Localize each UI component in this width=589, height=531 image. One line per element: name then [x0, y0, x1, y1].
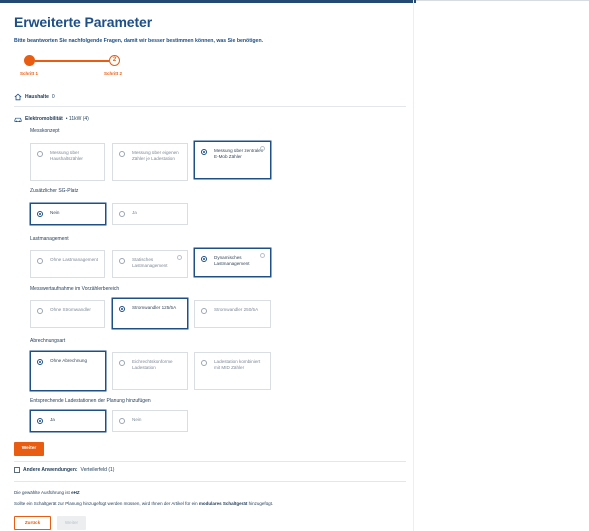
emobility-detail: • 11kW (4) — [65, 116, 89, 122]
radio-button[interactable] — [37, 258, 43, 264]
weiter-disabled-button[interactable]: Weiter — [57, 516, 86, 530]
section-divider — [14, 481, 406, 482]
radio-button[interactable] — [201, 149, 207, 155]
option-wandler-125[interactable]: Stromwandler 125/5A — [112, 298, 188, 329]
section-divider — [14, 106, 406, 107]
option-abrechnung-mid[interactable]: Ladestation kombiniert mit MID Zähler — [194, 352, 271, 390]
group-label-abrechnungsart: Abrechnungsart — [30, 338, 66, 344]
note-ausfuehrung-value: eHZ — [71, 490, 80, 495]
radio-button[interactable] — [119, 360, 125, 366]
radio-button[interactable] — [119, 258, 125, 264]
weiter-button[interactable]: Weiter — [14, 442, 44, 456]
page-title: Erweiterte Parameter — [14, 14, 153, 30]
option-lastmanagement-dynamisch[interactable]: Dynamisches Lastmanagement — [194, 248, 271, 277]
radio-button[interactable] — [37, 359, 43, 365]
group-label-messwertaufnahme: Messwertaufnahme im Vorzählerbereich — [30, 286, 120, 292]
option-label: Ladestation kombiniert mit MID Zähler — [214, 359, 261, 371]
option-sg-platz-ja[interactable]: Ja — [112, 203, 188, 225]
info-icon[interactable] — [260, 146, 265, 151]
step-1-label[interactable]: Schritt 1 — [20, 71, 38, 76]
option-label: Ja — [50, 417, 55, 422]
page-subtitle: Bitte beantworten Sie nachfolgende Frage… — [14, 38, 264, 44]
stepper-connector — [35, 60, 109, 62]
top-accent-bar — [0, 0, 416, 3]
note-schaltgeraet-text: Sollte ein Schaltgerät zur Planung hinzu… — [14, 501, 198, 506]
option-label: Ja — [132, 210, 137, 215]
group-label-sg-platz: Zusätzlicher SG-Platz — [30, 188, 79, 194]
car-icon — [14, 117, 22, 123]
zurueck-button[interactable]: Zurück — [14, 516, 51, 530]
info-icon[interactable] — [260, 253, 265, 258]
note-ausfuehrung: Die gewählte Ausführung ist eHZ — [14, 490, 80, 495]
option-label: Messung über Haushaltszähler — [50, 150, 83, 162]
option-wandler-ohne[interactable]: Ohne Stromwandler — [30, 300, 105, 328]
radio-button[interactable] — [119, 418, 125, 424]
other-usage-checkbox[interactable] — [14, 467, 20, 473]
option-abrechnung-eichrecht[interactable]: Eichrechtskonforme Ladestation — [112, 352, 188, 390]
option-label: Stromwandler 250/5A — [214, 307, 259, 312]
radio-button[interactable] — [201, 308, 207, 314]
note-schaltgeraet: Sollte ein Schaltgerät zur Planung hinzu… — [14, 501, 273, 506]
section-divider — [14, 461, 406, 462]
households-count: 0 — [51, 94, 55, 100]
option-ladestationen-ja[interactable]: Ja — [30, 410, 106, 432]
radio-button[interactable] — [37, 151, 43, 157]
option-label: Messung über eigenen Zähler je Ladestati… — [132, 150, 179, 162]
other-usage-row[interactable]: Andere Anwendungen: Verteilerfeld (1) — [14, 467, 114, 473]
option-label: Stromwandler 125/5A — [132, 305, 177, 310]
note-ausfuehrung-text: Die gewählte Ausführung ist — [14, 490, 70, 495]
radio-button[interactable] — [119, 151, 125, 157]
radio-button[interactable] — [201, 360, 207, 366]
option-label: Eichrechtskonforme Ladestation — [132, 359, 173, 371]
option-label: Messung über zentralen E-Mob Zähler — [214, 148, 264, 160]
option-lastmanagement-ohne[interactable]: Ohne Lastmanagement — [30, 250, 105, 278]
option-messkonzept-zentraler-zaehler[interactable]: Messung über zentralen E-Mob Zähler — [194, 141, 271, 179]
content-frame-edge — [413, 0, 414, 531]
group-label-ladestationen: Entsprechende Ladestationen der Planung … — [30, 398, 151, 404]
progress-stepper: 2 Schritt 1 Schritt 2 — [20, 52, 130, 77]
emobility-row[interactable]: Elektromobilität • 11kW (4) — [14, 115, 89, 123]
option-sg-platz-nein[interactable]: Nein — [30, 203, 106, 225]
radio-button[interactable] — [37, 418, 43, 424]
step-1-indicator[interactable] — [24, 55, 35, 66]
other-usage-label: Andere Anwendungen: — [23, 467, 78, 473]
radio-button[interactable] — [201, 256, 207, 262]
option-label: Nein — [132, 417, 142, 422]
households-label: Haushalte — [25, 94, 49, 100]
option-label: Dynamisches Lastmanagement — [214, 255, 250, 267]
radio-button[interactable] — [37, 211, 43, 217]
households-row[interactable]: Haushalte 0 — [14, 93, 55, 101]
emobility-label: Elektromobilität — [25, 116, 63, 122]
note-schaltgeraet-value: modulares Schaltgerät — [198, 501, 248, 506]
other-usage-detail: Verteilerfeld (1) — [80, 467, 115, 473]
option-messkonzept-haushaltszaehler[interactable]: Messung über Haushaltszähler — [30, 143, 105, 181]
option-label: Nein — [50, 210, 60, 215]
option-label: Ohne Abrechnung — [50, 358, 88, 363]
top-border-line — [416, 0, 589, 1]
option-label: Ohne Stromwandler — [50, 307, 91, 312]
option-wandler-250[interactable]: Stromwandler 250/5A — [194, 300, 271, 328]
house-icon — [14, 93, 22, 101]
option-label: Statisches Lastmanagement — [132, 257, 168, 269]
step-2-label: Schritt 2 — [104, 71, 123, 76]
option-label: Ohne Lastmanagement — [50, 257, 99, 262]
radio-button[interactable] — [119, 306, 125, 312]
radio-button[interactable] — [37, 308, 43, 314]
note-schaltgeraet-suffix: hinzugefügt. — [248, 501, 274, 506]
group-label-messkonzept: Messkonzept — [30, 128, 60, 134]
option-lastmanagement-statisch[interactable]: Statisches Lastmanagement — [112, 250, 188, 278]
info-icon[interactable] — [177, 255, 182, 260]
option-abrechnung-ohne[interactable]: Ohne Abrechnung — [30, 351, 106, 391]
step-2-indicator: 2 — [109, 55, 120, 66]
radio-button[interactable] — [119, 211, 125, 217]
option-ladestationen-nein[interactable]: Nein — [112, 410, 188, 432]
option-messkonzept-eigener-zaehler[interactable]: Messung über eigenen Zähler je Ladestati… — [112, 143, 188, 181]
group-label-lastmanagement: Lastmanagement — [30, 236, 69, 242]
